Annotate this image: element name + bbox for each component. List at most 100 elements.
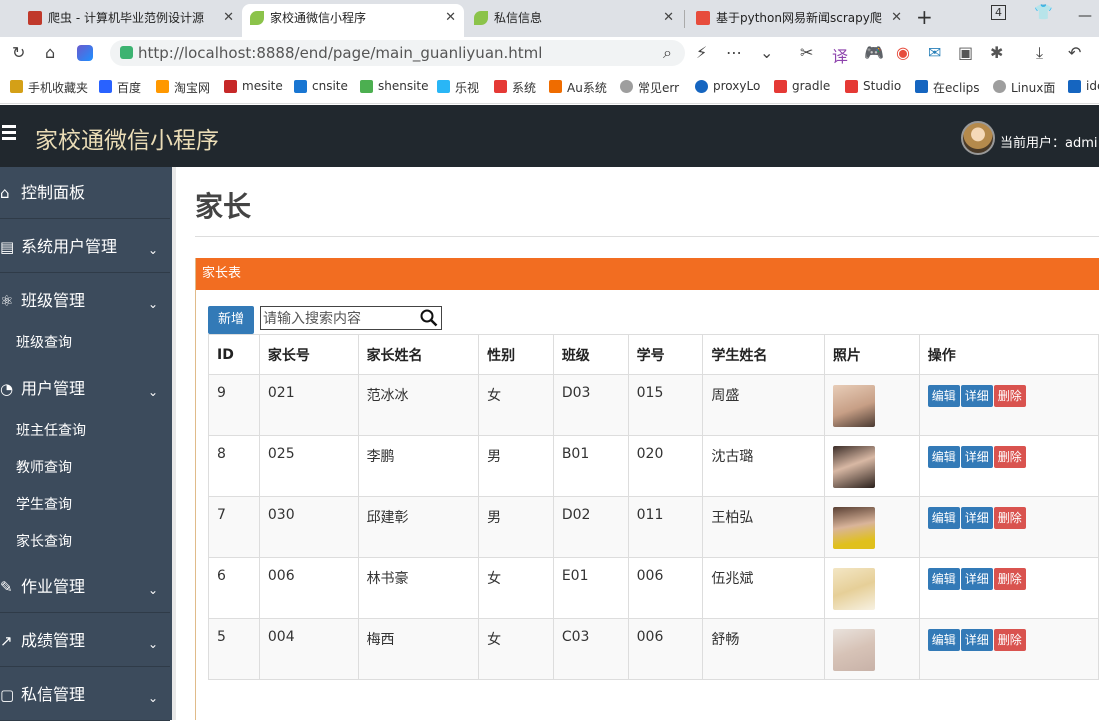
sidebar-item-homework[interactable]: ✎ 作业管理 ⌄ — [0, 561, 170, 613]
detail-button[interactable]: 详细 — [960, 568, 993, 590]
cell-actions: 编辑 详细 删除 — [918, 374, 1099, 436]
detail-button[interactable]: 详细 — [960, 507, 993, 529]
sidebar-item-dashboard[interactable]: ⌂ 控制面板 — [0, 167, 170, 219]
bookmark[interactable]: cnsite — [294, 79, 348, 93]
cell-id: 8 — [208, 435, 260, 497]
undo-icon[interactable]: ↶ — [1068, 43, 1081, 62]
photo-thumbnail[interactable] — [832, 568, 875, 610]
bookmark[interactable]: 百度 — [99, 79, 141, 96]
search-input[interactable] — [261, 307, 421, 329]
delete-button[interactable]: 删除 — [993, 629, 1026, 651]
photo-thumbnail[interactable] — [832, 507, 875, 549]
translate-icon[interactable]: 译 — [832, 43, 848, 67]
cell-gender: 女 — [478, 374, 554, 436]
site-favicon-icon — [696, 11, 710, 25]
bookmark[interactable]: 常见err — [620, 79, 679, 96]
site-icon — [294, 80, 307, 93]
detail-button[interactable]: 详细 — [960, 446, 993, 468]
sidebar-item-grades[interactable]: ↗ 成绩管理 ⌄ — [0, 615, 170, 667]
url-text: http://localhost:8888/end/page/main_guan… — [138, 44, 543, 62]
minimize-icon[interactable]: — — [1078, 8, 1092, 24]
panel-title: 家长表 — [196, 258, 1099, 290]
bookmark[interactable]: ide — [1068, 79, 1099, 93]
bookmark[interactable]: 手机收藏夹 — [10, 79, 88, 96]
address-bar[interactable]: http://localhost:8888/end/page/main_guan… — [110, 40, 685, 66]
detail-button[interactable]: 详细 — [960, 385, 993, 407]
sidebar-item-student-query[interactable]: 学生查询 — [0, 487, 170, 524]
sidebar-item-head-teacher-query[interactable]: 班主任查询 — [0, 413, 170, 450]
delete-button[interactable]: 删除 — [993, 507, 1026, 529]
edit-button[interactable]: 编辑 — [927, 446, 960, 468]
browser-tab[interactable]: 私信信息 ✕ — [466, 4, 682, 37]
app-title: 家校通微信小程序 — [35, 128, 219, 154]
delete-button[interactable]: 删除 — [993, 446, 1026, 468]
bookmark[interactable]: proxyLo — [695, 79, 760, 93]
sidebar-item-class-management[interactable]: ⚛ 班级管理 ⌄ — [0, 275, 170, 327]
close-icon[interactable]: ✕ — [663, 4, 674, 32]
close-icon[interactable]: ✕ — [891, 4, 902, 32]
sidebar-item-user-management[interactable]: ◔ 用户管理 ⌄ — [0, 363, 170, 415]
scissors-icon[interactable]: ✂ — [800, 43, 813, 62]
detail-button[interactable]: 详细 — [960, 629, 993, 651]
app-header: 家校通微信小程序 当前用户：admi — [0, 105, 1099, 167]
avatar[interactable] — [961, 121, 995, 155]
edit-button[interactable]: 编辑 — [927, 507, 960, 529]
cell-parent-no: 021 — [258, 374, 359, 436]
bookmark[interactable]: 淘宝网 — [156, 79, 210, 96]
close-icon[interactable]: ✕ — [445, 4, 456, 32]
browser-tab[interactable]: 爬虫 - 计算机毕业范例设计源 ✕ — [20, 4, 242, 37]
delete-button[interactable]: 删除 — [993, 568, 1026, 590]
edit-button[interactable]: 编辑 — [927, 629, 960, 651]
search-icon[interactable] — [420, 309, 438, 327]
cell-parent-name: 林书豪 — [357, 557, 480, 619]
reload-icon[interactable]: ↻ — [12, 43, 25, 62]
home-icon[interactable]: ⌂ — [45, 43, 55, 62]
download-icon[interactable]: ⤓ — [1036, 43, 1043, 63]
photo-thumbnail[interactable] — [832, 629, 875, 671]
lightning-icon[interactable]: ⚡ — [696, 43, 707, 62]
bookmark[interactable]: Linux面 — [993, 79, 1055, 96]
edit-button[interactable]: 编辑 — [927, 385, 960, 407]
bookmark[interactable]: gradle — [774, 79, 830, 93]
hamburger-menu-icon[interactable] — [2, 125, 16, 143]
ai-icon[interactable] — [77, 45, 93, 61]
photo-thumbnail[interactable] — [832, 385, 875, 427]
sidebar-item-messages[interactable]: ▢ 私信管理 ⌄ — [0, 669, 170, 721]
sidebar-item-class-query[interactable]: 班级查询 — [0, 325, 170, 362]
bookmark[interactable]: Studio — [845, 79, 901, 93]
bookmark[interactable]: 系统 — [494, 79, 536, 96]
chevron-down-icon[interactable]: ⌄ — [760, 43, 773, 62]
bookmark[interactable]: shensite — [360, 79, 429, 93]
screenshot-icon[interactable]: ▣ — [958, 43, 973, 62]
add-button[interactable]: 新增 — [208, 306, 254, 334]
bookmark[interactable]: 在eclips — [915, 79, 980, 96]
zoom-icon[interactable]: ⌕ — [663, 43, 672, 63]
sidebar-item-system-users[interactable]: ▤ 系统用户管理 ⌄ — [0, 221, 170, 273]
new-tab-button[interactable]: + — [916, 5, 933, 29]
browser-tab[interactable]: 基于python网易新闻scrapy爬 ✕ — [688, 4, 910, 37]
shirt-icon[interactable]: 👕 — [1034, 3, 1053, 21]
bookmark[interactable]: mesite — [224, 79, 283, 93]
column-header: 学生姓名 — [702, 334, 825, 375]
sidebar-item-parent-query[interactable]: 家长查询 — [0, 524, 170, 561]
mail-icon[interactable]: ✉ — [928, 43, 941, 62]
close-icon[interactable]: ✕ — [223, 4, 234, 32]
cell-photo — [823, 557, 920, 619]
bookmark[interactable]: Au系统 — [549, 79, 607, 96]
column-header: 学号 — [627, 334, 704, 375]
browser-tab-active[interactable]: 家校通微信小程序 ✕ — [242, 4, 464, 37]
cell-student-name: 王柏弘 — [702, 496, 825, 558]
photo-thumbnail[interactable] — [832, 446, 875, 488]
cell-class: D02 — [552, 496, 629, 558]
delete-button[interactable]: 删除 — [993, 385, 1026, 407]
edit-button[interactable]: 编辑 — [927, 568, 960, 590]
tab-title: 家校通微信小程序 — [270, 11, 367, 25]
sidebar-item-teacher-query[interactable]: 教师查询 — [0, 450, 170, 487]
more-icon[interactable]: ⋯ — [726, 43, 742, 62]
game-icon[interactable]: 🎮 — [864, 43, 884, 62]
tab-count-badge[interactable]: 4 — [991, 5, 1006, 20]
extension-icon[interactable]: ✱ — [990, 43, 1003, 62]
weibo-icon[interactable]: ◉ — [896, 43, 910, 62]
cell-class: E01 — [552, 557, 629, 619]
bookmark[interactable]: 乐视 — [437, 79, 479, 96]
